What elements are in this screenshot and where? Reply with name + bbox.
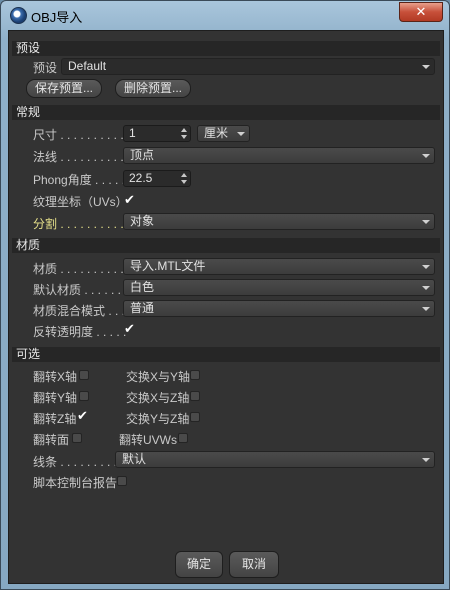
flip-faces-checkbox[interactable] bbox=[72, 433, 82, 443]
section-header-general: 常规 bbox=[12, 105, 440, 120]
preset-value: Default bbox=[68, 59, 107, 73]
swap-xz-checkbox[interactable] bbox=[190, 391, 200, 401]
swap-xy-checkbox[interactable] bbox=[190, 370, 200, 380]
chevron-down-icon bbox=[237, 132, 245, 136]
save-preset-button[interactable]: 保存预置... bbox=[26, 79, 102, 98]
dialog-body: 预设 预设 Default 保存预置... 删除预置... 常规 尺寸 . . … bbox=[8, 30, 444, 584]
preset-label: 预设 bbox=[33, 61, 58, 75]
cancel-button[interactable]: 取消 bbox=[229, 551, 279, 578]
uv-coords-label: 纹理坐标（UVs） bbox=[33, 195, 128, 209]
title-bar[interactable]: OBJ导入 ✕ bbox=[1, 1, 449, 29]
flip-uvws-label: 翻转UVWs bbox=[119, 433, 177, 447]
flip-x-checkbox[interactable] bbox=[79, 370, 89, 380]
split-dropdown[interactable]: 对象 bbox=[123, 213, 435, 230]
invert-transparency-checkbox[interactable]: ✔ bbox=[124, 322, 135, 335]
preset-dropdown[interactable]: Default bbox=[61, 58, 435, 75]
material-label: 材质 . . . . . . . . . . . bbox=[33, 262, 131, 276]
blend-mode-label: 材质混合模式 . . . bbox=[33, 304, 126, 318]
default-material-label: 默认材质 . . . . . . . bbox=[33, 283, 128, 297]
stepper-arrows-icon[interactable] bbox=[181, 173, 187, 184]
default-material-dropdown[interactable]: 白色 bbox=[123, 279, 435, 296]
size-value: 1 bbox=[129, 126, 136, 140]
swap-yz-label: 交换Y与Z轴 bbox=[126, 412, 190, 426]
unit-dropdown[interactable]: 厘米 bbox=[197, 125, 250, 142]
chevron-down-icon bbox=[422, 265, 430, 269]
chevron-down-icon bbox=[422, 65, 430, 69]
app-logo-icon bbox=[10, 7, 27, 24]
default-material-value: 白色 bbox=[130, 280, 155, 294]
blend-mode-dropdown[interactable]: 普通 bbox=[123, 300, 435, 317]
normals-dropdown[interactable]: 顶点 bbox=[123, 147, 435, 164]
ok-button[interactable]: 确定 bbox=[175, 551, 223, 578]
swap-yz-checkbox[interactable] bbox=[190, 412, 200, 422]
chevron-down-icon bbox=[422, 307, 430, 311]
unit-value: 厘米 bbox=[204, 126, 229, 140]
chevron-down-icon bbox=[422, 154, 430, 158]
phong-angle-value: 22.5 bbox=[129, 171, 153, 185]
delete-preset-button[interactable]: 删除预置... bbox=[115, 79, 191, 98]
normals-label: 法线 . . . . . . . . . . . bbox=[33, 150, 131, 164]
chevron-down-icon bbox=[422, 458, 430, 462]
section-header-material: 材质 bbox=[12, 238, 440, 253]
normals-value: 顶点 bbox=[130, 148, 155, 162]
blend-mode-value: 普通 bbox=[130, 301, 155, 315]
phong-angle-label: Phong角度 . . . . . bbox=[33, 173, 126, 187]
script-console-checkbox[interactable] bbox=[117, 476, 127, 486]
stepper-arrows-icon[interactable] bbox=[181, 128, 187, 139]
flip-faces-label: 翻转面 bbox=[33, 433, 70, 447]
lines-dropdown[interactable]: 默认 bbox=[115, 451, 435, 468]
invert-transparency-label: 反转透明度 . . . . . bbox=[33, 325, 127, 339]
close-icon: ✕ bbox=[415, 4, 427, 19]
lines-value: 默认 bbox=[122, 452, 147, 466]
size-input[interactable]: 1 bbox=[123, 125, 191, 142]
material-dropdown[interactable]: 导入.MTL文件 bbox=[123, 258, 435, 275]
close-button[interactable]: ✕ bbox=[399, 2, 443, 22]
size-label: 尺寸 . . . . . . . . . . . bbox=[33, 128, 131, 142]
flip-y-label: 翻转Y轴 bbox=[33, 391, 78, 405]
flip-uvws-checkbox[interactable] bbox=[178, 433, 188, 443]
obj-import-dialog: OBJ导入 ✕ 预设 预设 Default 保存预置... 删除预置... 常规… bbox=[0, 0, 450, 590]
flip-z-checkbox[interactable]: ✔ bbox=[77, 409, 88, 422]
section-header-optional: 可选 bbox=[12, 347, 440, 362]
flip-x-label: 翻转X轴 bbox=[33, 370, 78, 384]
phong-angle-input[interactable]: 22.5 bbox=[123, 170, 191, 187]
chevron-down-icon bbox=[422, 220, 430, 224]
swap-xy-label: 交换X与Y轴 bbox=[126, 370, 191, 384]
split-label: 分割 . . . . . . . . . . . bbox=[33, 217, 131, 231]
flip-z-label: 翻转Z轴 bbox=[33, 412, 77, 426]
swap-xz-label: 交换X与Z轴 bbox=[126, 391, 190, 405]
section-header-presets: 预设 bbox=[12, 41, 440, 56]
chevron-down-icon bbox=[422, 286, 430, 290]
split-value: 对象 bbox=[130, 214, 155, 228]
script-console-label: 脚本控制台报告 bbox=[33, 476, 118, 490]
material-value: 导入.MTL文件 bbox=[130, 259, 206, 273]
flip-y-checkbox[interactable] bbox=[79, 391, 89, 401]
window-title: OBJ导入 bbox=[31, 10, 83, 25]
uv-coords-checkbox[interactable]: ✔ bbox=[124, 193, 135, 206]
